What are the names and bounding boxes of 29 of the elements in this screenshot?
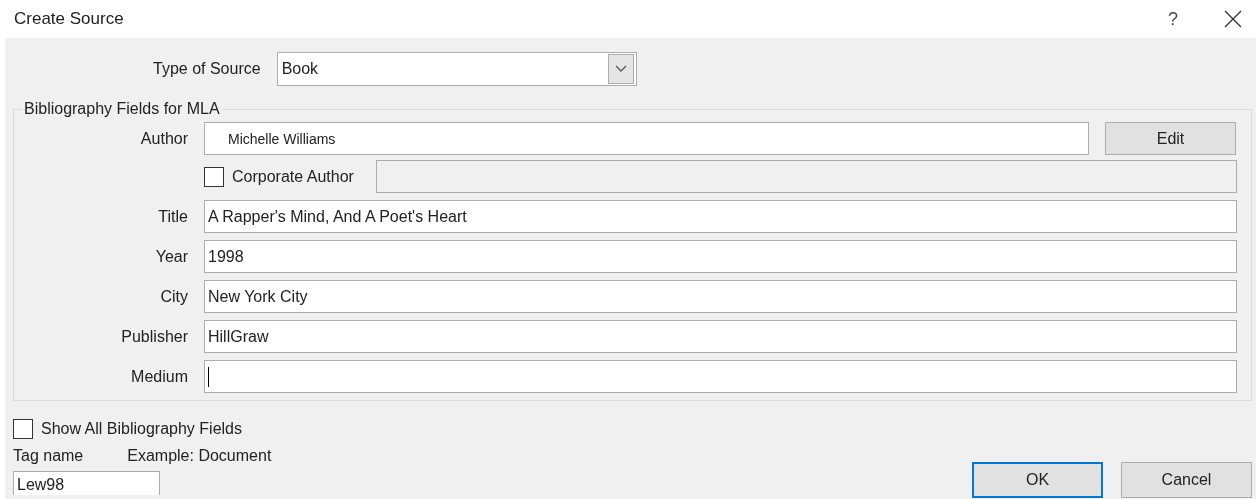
- type-of-source-dropdown[interactable]: Book: [276, 52, 637, 86]
- text-field[interactable]: New York City: [204, 280, 1237, 313]
- field-label: City: [159, 287, 188, 306]
- example-text: Example: Document: [127, 447, 272, 465]
- field-label: Publisher: [120, 327, 188, 346]
- tag-name-label: Tag name: [13, 447, 84, 465]
- corporate-author-label: Corporate Author: [232, 167, 354, 186]
- author-field[interactable]: Michelle Williams: [204, 122, 1089, 155]
- field-label: Author: [139, 129, 188, 148]
- tag-name-field[interactable]: Lew98: [13, 471, 160, 495]
- group-title: Bibliography Fields for MLA: [23, 100, 221, 118]
- type-of-source-label: Type of Source: [153, 60, 261, 78]
- show-all-checkbox[interactable]: [13, 419, 33, 439]
- text-field[interactable]: [204, 360, 1237, 393]
- dialog-button[interactable]: OK: [972, 462, 1103, 498]
- help-button[interactable]: ?: [1168, 8, 1178, 30]
- field-label: Title: [157, 207, 188, 226]
- field-label: Year: [154, 247, 188, 266]
- text-field[interactable]: HillGraw: [204, 320, 1237, 353]
- window-title: Create Source: [14, 9, 125, 29]
- edit-button[interactable]: Edit: [1105, 122, 1236, 155]
- field-label: Medium: [130, 367, 188, 386]
- text-field[interactable]: A Rapper's Mind, And A Poet's Heart: [204, 200, 1237, 233]
- chevron-down-icon: [614, 65, 627, 73]
- show-all-label: Show All Bibliography Fields: [41, 420, 242, 438]
- dialog-button[interactable]: Cancel: [1121, 462, 1252, 498]
- text-field[interactable]: 1998: [204, 240, 1237, 273]
- text-cursor: [208, 366, 209, 387]
- close-icon[interactable]: [1224, 10, 1242, 28]
